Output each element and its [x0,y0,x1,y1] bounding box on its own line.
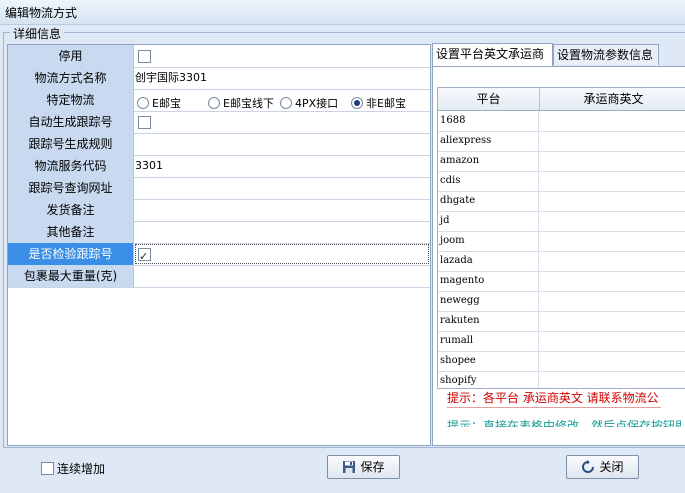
prop-label: 是否检验跟踪号 [8,243,134,265]
platform-cell[interactable]: jd [438,211,539,231]
platform-cell[interactable]: 1688 [438,111,539,131]
row-tracking-url: 跟踪号查询网址 [8,177,430,200]
platform-cell[interactable]: rumall [438,331,539,351]
platform-cell[interactable]: lazada [438,251,539,271]
platform-cell[interactable]: shopify [438,371,539,388]
property-grid: 停用 物流方式名称 创宇国际3301 特定物流 E邮宝 E邮宝线下 4PX接口 … [7,44,431,446]
table-row[interactable]: 1688 [438,111,685,132]
service-code-field[interactable]: 3301 [134,155,430,177]
method-name-field[interactable]: 创宇国际3301 [134,67,430,89]
group-caption: 详细信息 [10,25,65,42]
row-auto-tracking: 自动生成跟踪号 [8,111,430,134]
tip-divider [447,407,661,408]
prop-label: 跟踪号生成规则 [8,133,134,155]
grid-header: 平台 承运商英文 [438,88,685,111]
prop-label: 自动生成跟踪号 [8,111,134,133]
row-other-note: 其他备注 [8,221,430,244]
row-tracking-rule: 跟踪号生成规则 [8,133,430,156]
carrier-cell[interactable] [540,291,685,311]
carrier-cell[interactable] [540,111,685,131]
title-bar: 编辑物流方式 [0,0,685,25]
row-max-weight: 包裹最大重量(克) [8,265,430,288]
carrier-tab-pane: 平台 承运商英文 1688 aliexpress amazon cdis dhgate j… [432,66,685,446]
carrier-cell[interactable] [540,311,685,331]
table-row[interactable]: dhgate [438,191,685,212]
row-shipping-note: 发货备注 [8,199,430,222]
table-row[interactable]: newegg [438,291,685,312]
prop-label: 发货备注 [8,199,134,221]
table-row[interactable]: jd [438,211,685,232]
platform-cell[interactable]: dhgate [438,191,539,211]
row-method-name: 物流方式名称 创宇国际3301 [8,67,430,90]
platform-cell[interactable]: magento [438,271,539,291]
disabled-checkbox[interactable] [138,50,151,63]
carrier-cell[interactable] [540,251,685,271]
prop-label: 其他备注 [8,221,134,243]
tip-line-2: 提示：直接在表格中修改，然后点保存按钮即 [447,419,682,427]
platform-cell[interactable]: cdis [438,171,539,191]
carrier-grid: 平台 承运商英文 1688 aliexpress amazon cdis dhgate j… [437,87,685,389]
carrier-cell[interactable] [540,331,685,351]
platform-cell[interactable]: newegg [438,291,539,311]
carrier-cell[interactable] [540,191,685,211]
table-row[interactable]: joom [438,231,685,252]
window-title: 编辑物流方式 [5,6,78,20]
table-row[interactable]: rumall [438,331,685,352]
prop-label: 停用 [8,45,134,67]
other-note-field[interactable] [134,221,430,243]
platform-cell[interactable]: aliexpress [438,131,539,151]
carrier-cell[interactable] [540,171,685,191]
carrier-cell[interactable] [540,211,685,231]
header-carrier: 承运商英文 [583,92,644,106]
table-row[interactable]: cdis [438,171,685,192]
table-row[interactable]: shopee [438,351,685,372]
platform-cell[interactable]: shopee [438,351,539,371]
carrier-cell[interactable] [540,151,685,171]
verify-tracking-checkbox[interactable] [138,246,151,268]
tab-platform-carrier[interactable]: 设置平台英文承运商 [432,43,553,66]
platform-cell[interactable]: amazon [438,151,539,171]
carrier-cell[interactable] [540,131,685,151]
carrier-cell[interactable] [540,371,685,388]
tracking-rule-field[interactable] [134,133,430,155]
carrier-cell[interactable] [540,351,685,371]
tracking-url-field[interactable] [134,177,430,199]
prop-label: 物流服务代码 [8,155,134,177]
table-row[interactable]: lazada [438,251,685,272]
save-icon [342,459,356,473]
save-button[interactable]: 保存 [327,455,400,479]
prop-label: 物流方式名称 [8,67,134,89]
carrier-cell[interactable] [540,231,685,251]
header-platform: 平台 [438,88,540,110]
table-row[interactable]: rakuten [438,311,685,332]
row-service-code: 物流服务代码 3301 [8,155,430,178]
platform-cell[interactable]: rakuten [438,311,539,331]
row-verify-tracking: 是否检验跟踪号 [8,243,430,268]
prop-label: 特定物流 [8,89,134,111]
row-disabled: 停用 [8,45,430,68]
prop-label: 包裹最大重量(克) [8,265,134,287]
auto-tracking-checkbox[interactable] [138,116,151,129]
prop-label: 跟踪号查询网址 [8,177,134,199]
row-specific-logistics: 特定物流 E邮宝 E邮宝线下 4PX接口 非E邮宝 [8,89,430,112]
continuous-add-checkbox[interactable]: 连续增加 [41,460,105,477]
tip-line-1: 提示：各平台 承运商英文 请联系物流公 [447,391,659,405]
platform-cell[interactable]: joom [438,231,539,251]
carrier-cell[interactable] [540,271,685,291]
button-bar: 连续增加 保存 关闭 [0,448,685,493]
shipping-note-field[interactable] [134,199,430,221]
table-row[interactable]: amazon [438,151,685,172]
table-row[interactable]: magento [438,271,685,292]
table-row[interactable]: aliexpress [438,131,685,152]
table-row[interactable]: shopify [438,371,685,388]
refresh-icon [581,459,595,473]
max-weight-field[interactable] [134,265,430,287]
tab-logistics-params[interactable]: 设置物流参数信息 [553,44,659,65]
close-button[interactable]: 关闭 [566,455,639,479]
